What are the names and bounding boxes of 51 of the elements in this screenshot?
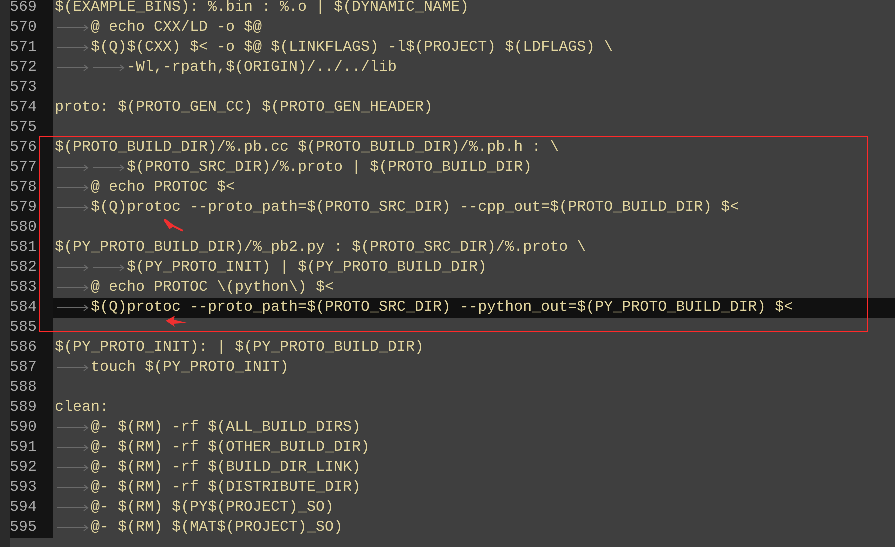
code-text: @ echo PROTOC $< — [91, 178, 236, 198]
code-text: proto: $(PROTO_GEN_CC) $(PROTO_GEN_HEADER) — [55, 98, 434, 118]
code-text: $(PY_PROTO_INIT): | $(PY_PROTO_BUILD_DIR) — [55, 338, 424, 358]
line-number: 593 — [10, 479, 38, 496]
code-text: $(PY_PROTO_INIT) | $(PY_PROTO_BUILD_DIR) — [127, 258, 488, 278]
line-number: 587 — [10, 359, 38, 376]
code-text: @ echo CXX/LD -o $@ — [91, 18, 262, 38]
code-text: @- $(RM) $(MAT$(PROJECT)_SO) — [91, 518, 344, 538]
line-number: 589 — [10, 399, 38, 416]
line-number: 581 — [10, 239, 38, 256]
line-number: 591 — [10, 439, 38, 456]
line-number: 595 — [10, 519, 38, 536]
code-text: @- $(RM) $(PY$(PROJECT)_SO) — [91, 498, 334, 518]
code-text: @ echo PROTOC \(python\) $< — [91, 278, 334, 298]
code-text: $(Q)protoc --proto_path=$(PROTO_SRC_DIR) --cpp_out=$(PROTO_BUILD_DIR) $< — [91, 198, 740, 218]
code-text: -Wl,-rpath,$(ORIGIN)/../../lib — [127, 58, 398, 78]
annotation-arrow-icon — [166, 316, 188, 327]
code-text: touch $(PY_PROTO_INIT) — [91, 358, 290, 378]
line-number: 572 — [10, 59, 38, 76]
line-number: 570 — [10, 19, 38, 36]
line-number: 588 — [10, 379, 38, 396]
line-number: 594 — [10, 499, 38, 516]
line-number: 574 — [10, 99, 38, 116]
line-number: 590 — [10, 419, 38, 436]
code-text: $(PROTO_SRC_DIR)/%.proto | $(PROTO_BUILD_DIR) — [127, 158, 532, 178]
code-text: @- $(RM) -rf $(ALL_BUILD_DIRS) — [91, 418, 362, 438]
code-text: @- $(RM) -rf $(OTHER_BUILD_DIR) — [91, 438, 370, 458]
line-number: 592 — [10, 459, 38, 476]
line-number: 577 — [10, 159, 38, 176]
line-number: 583 — [10, 279, 38, 296]
line-number: 571 — [10, 39, 38, 56]
line-number: 573 — [10, 79, 38, 96]
line-number: 569 — [10, 0, 38, 16]
annotation-arrow-icon — [164, 219, 184, 232]
code-text: $(PY_PROTO_BUILD_DIR)/%_pb2.py : $(PROTO_SRC_DIR)/%.proto \ — [55, 238, 586, 258]
code-text: clean: — [55, 398, 110, 418]
code-text: $(Q)protoc --proto_path=$(PROTO_SRC_DIR) --python_out=$(PY_PROTO_BUILD_DIR) $< — [91, 298, 794, 318]
code-text: @- $(RM) -rf $(DISTRIBUTE_DIR) — [91, 478, 362, 498]
line-number: 580 — [10, 219, 38, 236]
line-number: 579 — [10, 199, 38, 216]
code-text: $(EXAMPLE_BINS): %.bin : %.o | $(DYNAMIC_NAME) — [55, 0, 470, 18]
line-number: 585 — [10, 319, 38, 336]
code-text: $(Q)$(CXX) $< -o $@ $(LINKFLAGS) -l$(PROJECT) $(LDFLAGS) \ — [91, 38, 614, 58]
line-number: 586 — [10, 339, 38, 356]
line-number: 575 — [10, 119, 38, 136]
line-number: 582 — [10, 259, 38, 276]
code-text: $(PROTO_BUILD_DIR)/%.pb.cc $(PROTO_BUILD_DIR)/%.pb.h : \ — [55, 138, 560, 158]
code-text: @- $(RM) -rf $(BUILD_DIR_LINK) — [91, 458, 362, 478]
line-number: 576 — [10, 139, 38, 156]
line-number: 584 — [10, 299, 38, 316]
line-number: 578 — [10, 179, 38, 196]
